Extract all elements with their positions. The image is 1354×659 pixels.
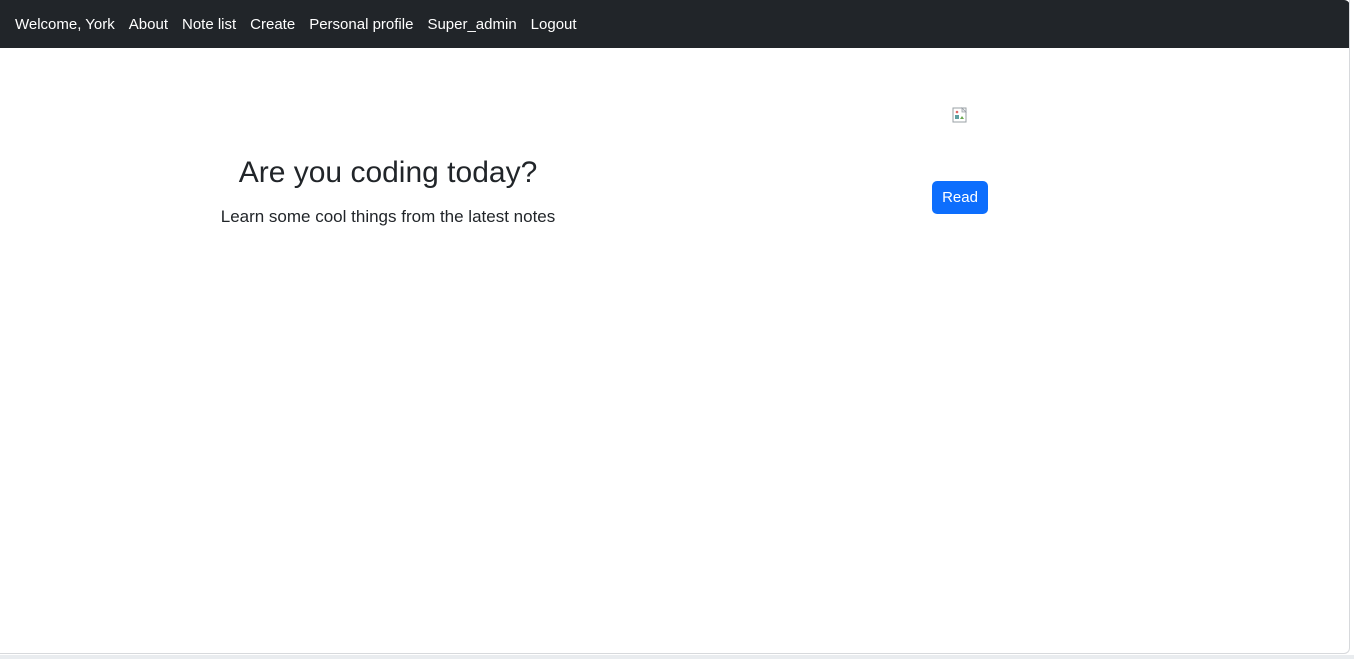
browser-viewport: Welcome, York About Note list Create Per… (0, 0, 1350, 654)
hero-subtitle: Learn some cool things from the latest n… (220, 207, 556, 226)
nav-note-list[interactable]: Note list (182, 16, 236, 33)
bottom-edge (0, 655, 1354, 659)
nav-super-admin[interactable]: Super_admin (427, 16, 516, 33)
nav-logout[interactable]: Logout (531, 16, 577, 33)
nav-create[interactable]: Create (250, 16, 295, 33)
nav-welcome[interactable]: Welcome, York (15, 16, 115, 33)
read-button[interactable]: Read (932, 181, 988, 214)
nav-personal-profile[interactable]: Personal profile (309, 16, 413, 33)
hero-title: Are you coding today? (238, 156, 538, 189)
nav-about[interactable]: About (129, 16, 168, 33)
top-navbar: Welcome, York About Note list Create Per… (0, 0, 1349, 48)
broken-image-icon (952, 107, 968, 123)
